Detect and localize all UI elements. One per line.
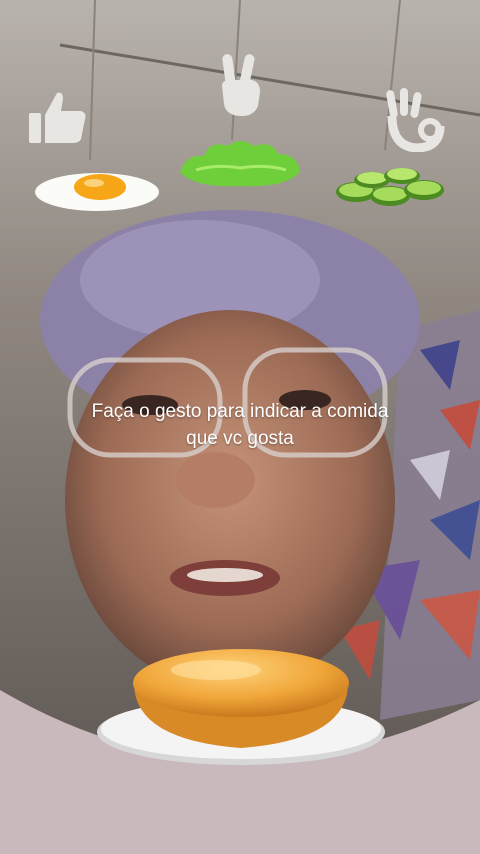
lettuce	[176, 134, 304, 195]
burger-bun-on-plate	[97, 649, 385, 765]
fried-egg	[32, 168, 162, 219]
ok-hand-icon	[380, 84, 450, 154]
prompt-line-1: Faça o gesto para indicar a comida	[91, 401, 389, 422]
thumbs-up-icon	[22, 82, 92, 152]
peace-sign-icon	[205, 50, 275, 120]
cucumber-slices	[334, 166, 448, 213]
prompt-line-2: que vc gosta	[186, 428, 294, 449]
gesture-prompt: Faça o gesto para indicar a comida que v…	[20, 398, 460, 452]
